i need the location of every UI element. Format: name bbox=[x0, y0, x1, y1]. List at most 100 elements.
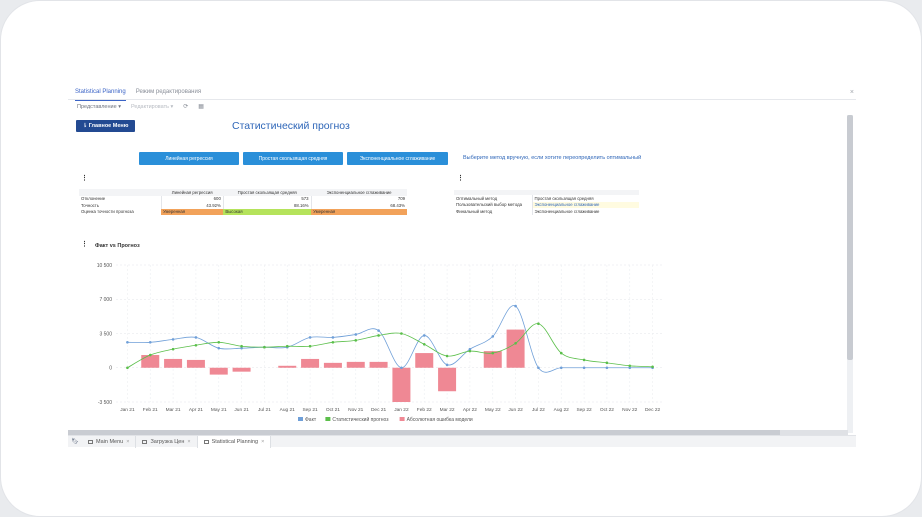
table-cell: Экспоненциальное сглаживание bbox=[531, 208, 639, 215]
data-point bbox=[126, 366, 129, 370]
more-vertical-icon[interactable]: ⋮ bbox=[81, 240, 88, 248]
bar-mark bbox=[392, 367, 411, 402]
bottom-tab-price-load[interactable]: Загрузка Цен × bbox=[136, 435, 198, 448]
data-point bbox=[400, 366, 403, 370]
data-point bbox=[605, 366, 609, 370]
data-point bbox=[559, 366, 563, 370]
close-icon[interactable]: × bbox=[261, 439, 264, 445]
more-vertical-icon[interactable]: ⋮ bbox=[81, 174, 88, 182]
x-tick-label: Jan 21 bbox=[120, 407, 135, 413]
window-icon bbox=[203, 439, 209, 444]
view-dropdown[interactable]: Представление ▾ bbox=[77, 104, 121, 110]
data-point bbox=[400, 332, 403, 335]
toolbar: Представление ▾ Редактировать ▾ ⟳ ▦ bbox=[77, 103, 204, 111]
bar-mark bbox=[506, 329, 525, 368]
data-point bbox=[171, 338, 175, 341]
data-point bbox=[582, 358, 586, 362]
close-icon[interactable]: × bbox=[187, 439, 190, 445]
x-tick-label: Dec 22 bbox=[645, 407, 661, 413]
bottom-tab-statistical-planning[interactable]: Statistical Planning × bbox=[197, 435, 272, 448]
bookmark-icon[interactable]: 🔖︎ bbox=[68, 438, 82, 445]
window-icon bbox=[142, 439, 148, 444]
chart-title: Факт vs Прогноз bbox=[95, 243, 140, 249]
data-point bbox=[514, 304, 517, 308]
y-tick-label: 7 000 bbox=[99, 297, 112, 303]
edit-dropdown[interactable]: Редактировать ▾ bbox=[131, 104, 173, 110]
bar-mark bbox=[438, 367, 457, 392]
table-icon[interactable]: ▦ bbox=[198, 103, 204, 110]
bar-mark bbox=[369, 361, 388, 368]
bar-mark bbox=[164, 358, 183, 368]
x-tick-label: Jan 22 bbox=[394, 407, 409, 413]
x-tick-label: Aug 21 bbox=[280, 407, 296, 413]
rating-cell: Умеренная bbox=[311, 208, 407, 215]
scrollbar-thumb[interactable] bbox=[847, 115, 853, 360]
edit-dropdown-label: Редактировать bbox=[130, 103, 169, 110]
x-tick-label: Aug 22 bbox=[554, 407, 570, 413]
bar-mark bbox=[141, 355, 160, 368]
y-tick-label: 0 bbox=[109, 366, 112, 372]
bottom-tab-label: Загрузка Цен bbox=[150, 438, 185, 445]
y-tick-label: 10 500 bbox=[97, 263, 113, 269]
simple-moving-average-button[interactable]: Простая скользящая средняя bbox=[243, 152, 343, 165]
data-point bbox=[377, 329, 380, 332]
row-label: Финальный метод bbox=[456, 208, 493, 214]
x-tick-label: May 22 bbox=[485, 407, 501, 413]
data-point bbox=[491, 335, 495, 338]
x-tick-label: Oct 22 bbox=[600, 407, 614, 413]
main-menu-button[interactable]: ⇂ Главное Меню bbox=[76, 120, 135, 132]
vertical-scrollbar[interactable] bbox=[847, 115, 853, 433]
data-point bbox=[217, 341, 221, 344]
x-tick-label: Apr 21 bbox=[189, 407, 203, 413]
x-tick-label: Jun 21 bbox=[234, 407, 249, 413]
data-point bbox=[377, 334, 380, 337]
legend-label: Абсолютная ошибка модели bbox=[407, 417, 473, 423]
x-tick-label: Nov 22 bbox=[622, 407, 638, 413]
data-point bbox=[628, 364, 632, 368]
content-area: ⇂ Главное Меню Статистический прогноз Ли… bbox=[68, 113, 848, 431]
data-point bbox=[445, 354, 449, 358]
bottom-tab-label: Main Menu bbox=[96, 438, 124, 445]
x-tick-label: Feb 22 bbox=[417, 407, 432, 413]
x-tick-label: Sep 22 bbox=[576, 407, 592, 413]
bar-mark bbox=[209, 367, 228, 375]
x-tick-label: Nov 21 bbox=[348, 407, 364, 413]
bar-mark bbox=[415, 353, 434, 368]
row-label: Оценка точности прогноза bbox=[81, 209, 134, 215]
refresh-icon[interactable]: ⟳ bbox=[183, 103, 188, 110]
series-line bbox=[127, 323, 653, 369]
data-point bbox=[491, 351, 495, 355]
table-row: Финальный метод Экспоненциальное сглажив… bbox=[454, 208, 639, 215]
close-icon[interactable]: × bbox=[126, 439, 129, 445]
data-point bbox=[240, 344, 243, 348]
legend-swatch bbox=[399, 417, 405, 421]
data-point bbox=[217, 346, 221, 350]
linear-regression-button[interactable]: Линейная регрессия bbox=[139, 152, 239, 165]
close-icon[interactable]: × bbox=[850, 89, 854, 96]
x-tick-label: Jun 22 bbox=[508, 407, 523, 413]
data-point bbox=[194, 343, 198, 347]
data-point bbox=[537, 366, 540, 370]
window-frame: Statistical Planning Режим редактировани… bbox=[0, 0, 922, 517]
x-tick-label: Feb 21 bbox=[143, 407, 158, 413]
bar-mark bbox=[346, 361, 365, 368]
bottom-tab-main-menu[interactable]: Main Menu × bbox=[82, 435, 137, 448]
x-tick-label: Mar 21 bbox=[166, 407, 181, 413]
data-point bbox=[445, 363, 449, 367]
data-point bbox=[354, 333, 358, 336]
exponential-smoothing-button[interactable]: Экспоненциальное сглаживание bbox=[347, 152, 448, 165]
view-dropdown-label: Представление bbox=[77, 103, 117, 110]
data-point bbox=[537, 322, 540, 326]
bar-mark bbox=[278, 365, 297, 368]
rating-cell: Высокая bbox=[223, 208, 312, 215]
bottom-tab-label: Statistical Planning bbox=[211, 438, 259, 445]
page-title: Статистический прогноз bbox=[232, 120, 350, 132]
method-hint: Выберите метод вручную, если хотите пере… bbox=[463, 155, 642, 161]
bar-mark bbox=[301, 358, 320, 368]
data-point bbox=[308, 336, 312, 339]
method-table: Оптимальный метод Простая скользящая сре… bbox=[454, 190, 639, 215]
bar-mark bbox=[186, 359, 205, 368]
more-vertical-icon[interactable]: ⋮ bbox=[457, 174, 464, 182]
x-tick-label: Dec 21 bbox=[371, 407, 387, 413]
data-point bbox=[148, 341, 152, 344]
